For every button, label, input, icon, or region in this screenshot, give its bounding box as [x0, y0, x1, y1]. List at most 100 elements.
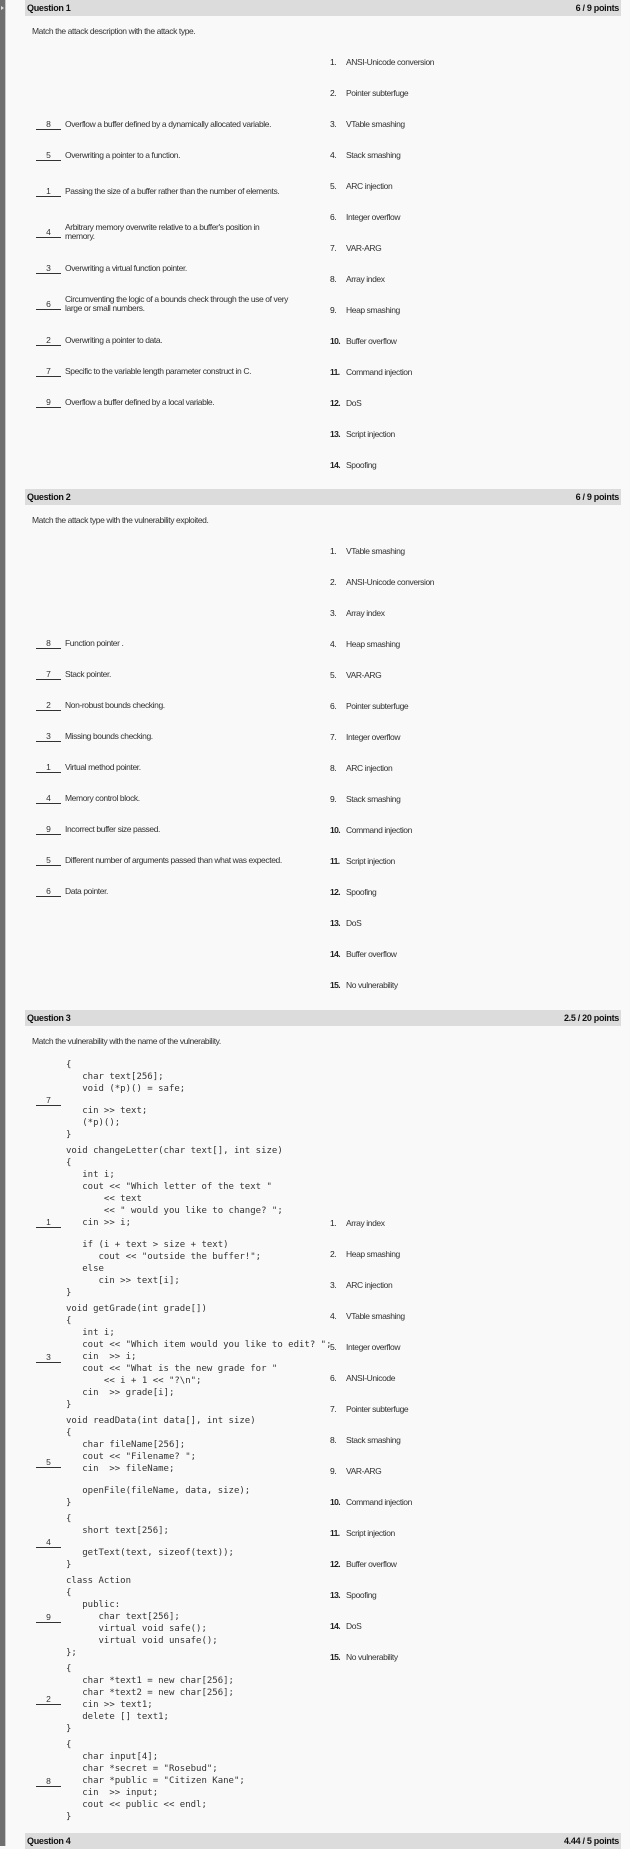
match-item-text: Overwriting a virtual function pointer.: [65, 262, 187, 273]
code-line: char *text1 = new char[256];: [66, 1676, 234, 1686]
code-line: char *text2 = new char[256];: [66, 1688, 234, 1698]
answer-blank[interactable]: 7: [36, 669, 61, 680]
answer-blank[interactable]: 4: [36, 793, 61, 804]
code-line: cout << "Which letter of the text ": [66, 1182, 272, 1192]
code-line: }: [66, 1400, 72, 1410]
choice-label: Script injection: [346, 855, 395, 866]
code-line: int i;: [66, 1328, 115, 1338]
quiz-results: Question 1 6 / 9 points Match the attack d…: [25, 0, 621, 1849]
answer-choice: 7. VAR-ARG: [330, 232, 620, 263]
code-line: void getGrade(int grade[]): [66, 1304, 207, 1314]
code-line: {: [66, 1060, 72, 1070]
match-item-text: Specific to the variable length paramete…: [65, 365, 252, 376]
choice-number: 1.: [330, 1217, 337, 1228]
answer-blank[interactable]: 7: [36, 1095, 61, 1106]
choice-label: Array index: [346, 607, 385, 618]
choice-label: Stack smashing: [346, 793, 401, 804]
answer-choice: 15. No vulnerability: [330, 969, 620, 1000]
choice-number: 8.: [330, 273, 337, 284]
answer-choice: 8. ARC injection: [330, 752, 620, 783]
answer-choice: 1. Array index: [330, 1207, 620, 1238]
answer-choice: 13. DoS: [330, 907, 620, 938]
expand-arrow-icon[interactable]: [1, 6, 4, 10]
answer-blank[interactable]: 9: [36, 824, 61, 835]
code-line: << text: [66, 1194, 142, 1204]
answer-blank[interactable]: 1: [36, 1217, 61, 1228]
answer-choice: 9. Heap smashing: [330, 294, 620, 325]
answer-blank[interactable]: 3: [36, 731, 61, 742]
answer-choice: 5. ARC injection: [330, 170, 620, 201]
question-header: Question 3 2.5 / 20 points: [25, 1010, 621, 1026]
choice-number: 2.: [330, 87, 337, 98]
choice-label: No vulnerability: [346, 1651, 398, 1662]
code-line: virtual void unsafe();: [66, 1636, 218, 1646]
choice-label: Command injection: [346, 824, 412, 835]
choice-number: 3.: [330, 607, 337, 618]
match-item: 6 Circumventing the logic of a bounds che…: [25, 284, 330, 325]
question-prompt: Match the attack description with the at…: [32, 26, 196, 36]
choice-number: 9.: [330, 304, 337, 315]
answer-blank[interactable]: 9: [36, 397, 61, 408]
answer-blank[interactable]: 2: [36, 1694, 61, 1705]
answer-blank[interactable]: 4: [36, 1537, 61, 1548]
answer-blank[interactable]: 5: [36, 855, 61, 866]
match-item-text: Overwriting a pointer to a function.: [65, 149, 181, 160]
code-match-item: 4 { short text[256]; getText(text, sizeof…: [25, 1513, 330, 1571]
question-title: Question 1: [27, 3, 71, 13]
choice-label: VAR-ARG: [346, 1465, 382, 1476]
answer-blank[interactable]: 2: [36, 335, 61, 346]
code-line: getText(text, sizeof(text));: [66, 1548, 234, 1558]
answer-blank[interactable]: 2: [36, 700, 61, 711]
choice-number: 12.: [330, 886, 341, 897]
code-line: cin >> i;: [66, 1352, 137, 1362]
choice-number: 11.: [330, 366, 340, 377]
answer-blank[interactable]: 6: [36, 299, 61, 310]
answer-blank[interactable]: 9: [36, 1612, 61, 1623]
choice-label: Spoofing: [346, 459, 377, 470]
choice-label: Script injection: [346, 1527, 395, 1538]
answer-choice: 10. Command injection: [330, 1486, 620, 1517]
answer-blank[interactable]: 6: [36, 886, 61, 897]
answer-choice: 7. Pointer subterfuge: [330, 1393, 620, 1424]
match-item-text: Memory control block.: [65, 793, 140, 803]
answer-blank[interactable]: 8: [36, 1776, 61, 1787]
answer-blank[interactable]: 8: [36, 119, 61, 130]
answer-choice: 12. Spoofing: [330, 876, 620, 907]
answer-blank[interactable]: 1: [36, 762, 61, 773]
matching-area: 7 { char text[256]; void (*p)() = safe; c…: [25, 1056, 621, 1823]
answer-blank[interactable]: 5: [36, 1457, 61, 1468]
answer-choice: 3. VTable smashing: [330, 108, 620, 139]
code-line: << " would you like to change? ";: [66, 1206, 283, 1216]
code-line: cout << "Filename? ";: [66, 1452, 197, 1462]
choice-label: Heap smashing: [346, 638, 400, 649]
choice-label: ARC injection: [346, 180, 393, 191]
choice-label: Integer overflow: [346, 1341, 401, 1352]
answer-blank[interactable]: 4: [36, 227, 61, 238]
code-line: cout << "Which item would you like to ed…: [66, 1340, 332, 1350]
answer-choice: 14. Spoofing: [330, 449, 620, 480]
choice-number: 14.: [330, 948, 341, 959]
code-match-item: 9 class Action { public: char text[256]; v…: [25, 1575, 330, 1659]
answer-blank[interactable]: 7: [36, 366, 61, 377]
code-line: char *secret = "Rosebud";: [66, 1764, 218, 1774]
choice-label: ANSI-Unicode conversion: [346, 56, 435, 67]
answer-blank[interactable]: 5: [36, 150, 61, 161]
answer-blank[interactable]: 1: [36, 186, 61, 197]
match-prompts: 8 Overflow a buffer defined by a dynamica…: [25, 109, 330, 418]
choice-number: 7.: [330, 731, 337, 742]
answer-choice: 2. Pointer subterfuge: [330, 77, 620, 108]
answer-blank[interactable]: 8: [36, 638, 61, 649]
answer-blank[interactable]: 3: [36, 263, 61, 274]
choice-number: 11.: [330, 1527, 340, 1538]
choice-number: 7.: [330, 242, 337, 253]
code-line: class Action: [66, 1576, 132, 1586]
answer-blank[interactable]: 3: [36, 1352, 61, 1363]
code-snippet: void getGrade(int grade[]) { int i; cout …: [66, 1303, 332, 1411]
match-prompts: 8 Function pointer . 7 Stack pointer. 2 Non-r…: [25, 628, 330, 907]
code-line: openFile(fileName, data, size);: [66, 1486, 251, 1496]
code-line: cin >> text1;: [66, 1700, 153, 1710]
choice-number: 2.: [330, 576, 337, 587]
choice-label: Array index: [346, 273, 385, 284]
